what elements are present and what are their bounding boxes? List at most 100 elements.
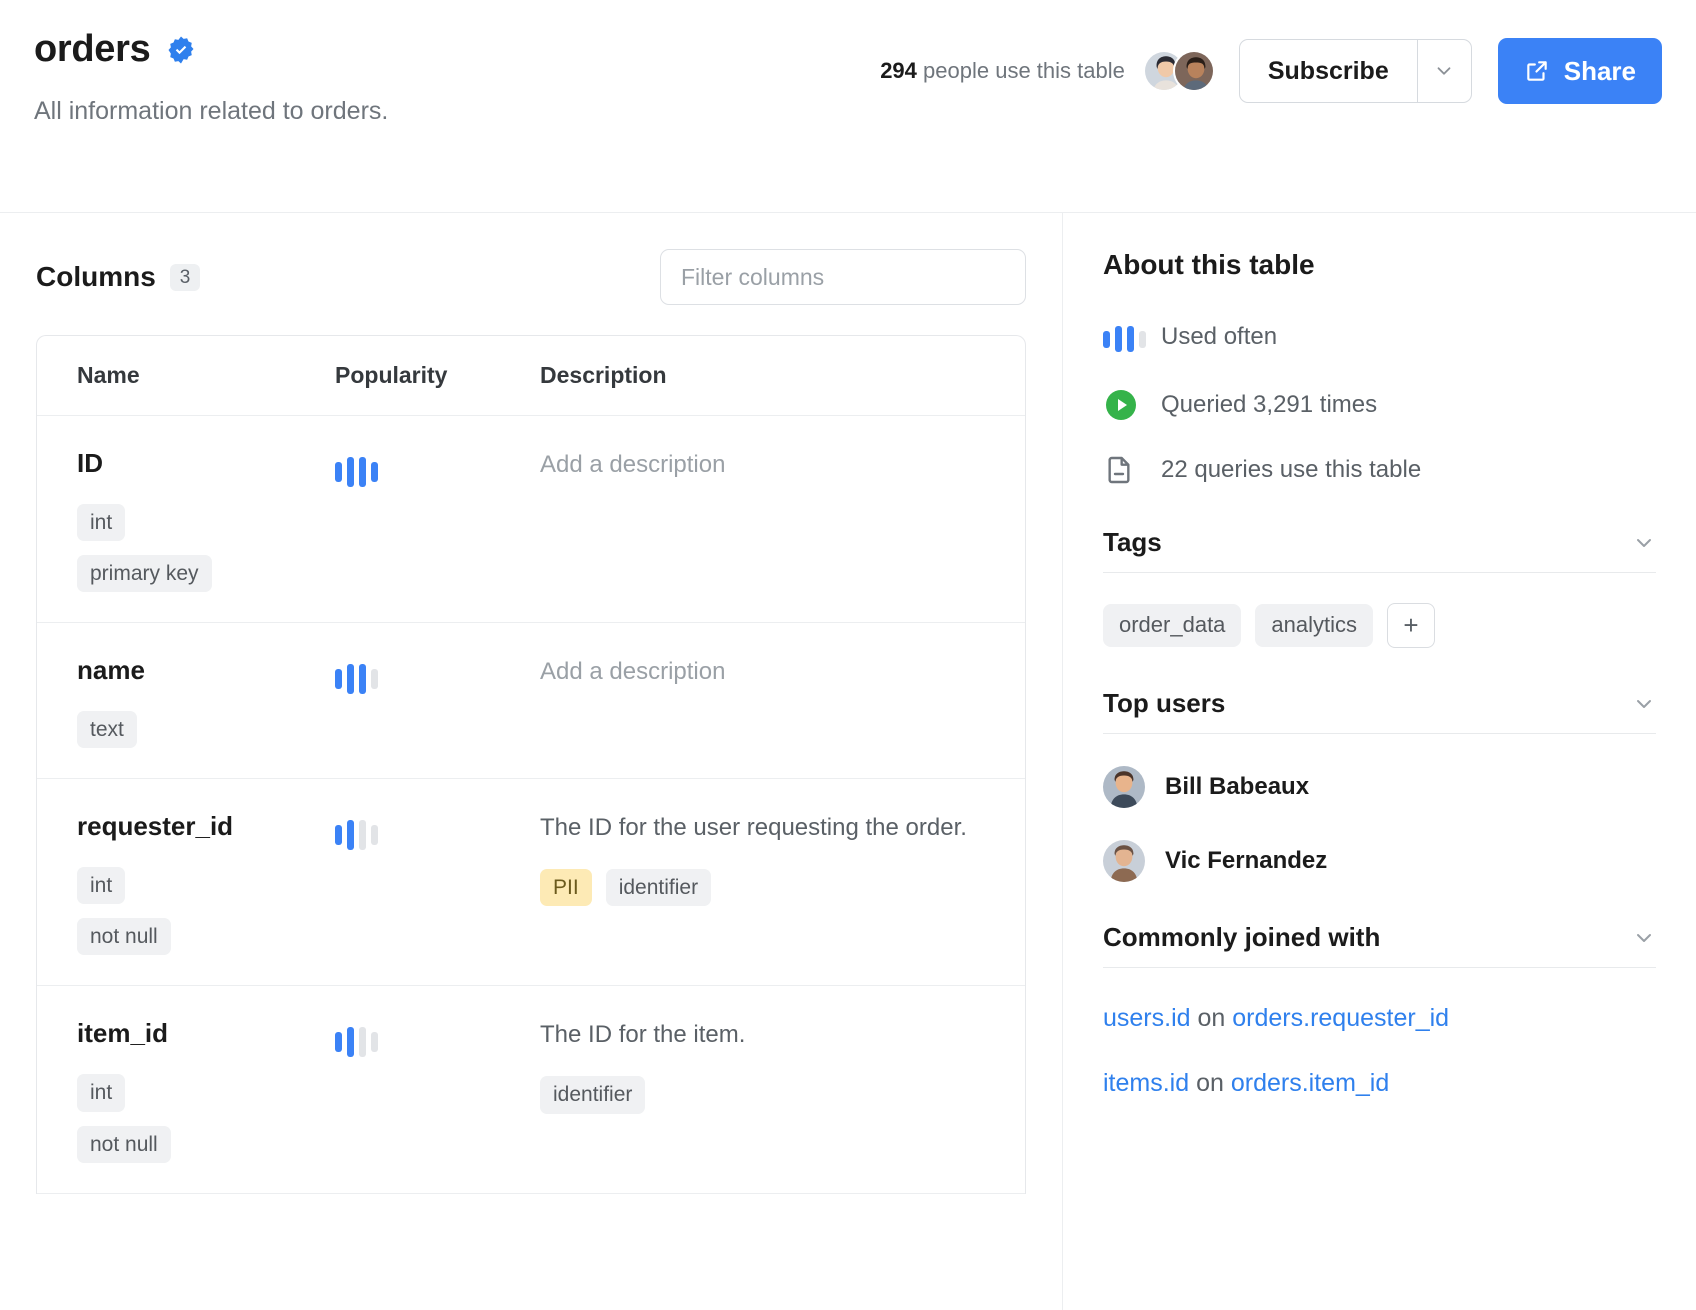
table-row[interactable]: ID int primary key Add a description [37,416,1025,624]
columns-table: Name Popularity Description ID int primary… [36,335,1026,1194]
type-chip-list: int not null [77,867,335,956]
page-body: Columns 3 Name Popularity Description ID… [0,213,1696,1310]
table-row[interactable]: requester_idint not null The ID for the us… [37,779,1025,987]
subscribe-dropdown-toggle[interactable] [1416,40,1471,102]
row-popularity-cell [335,813,540,955]
tag-chip[interactable]: order_data [1103,604,1242,647]
chevron-down-icon[interactable] [1632,692,1656,716]
columns-panel: Columns 3 Name Popularity Description ID… [0,213,1063,1310]
row-name-cell: name text [77,657,335,749]
row-description-cell: Add a description [540,450,985,592]
type-chip[interactable]: int [77,867,126,905]
share-button[interactable]: Share [1497,38,1662,104]
list-item: users.id on orders.requester_id [1103,1004,1656,1033]
row-name-cell: item_idint not null [77,1020,335,1163]
row-description-cell: The ID for the item. identifier [540,1020,985,1162]
tags-list: order_data analytics + [1103,603,1656,648]
row-popularity-cell [335,450,540,592]
row-description-cell: Add a description [540,657,985,748]
join-conjunction: on [1197,1004,1226,1032]
join-right-link[interactable]: orders.item_id [1231,1069,1389,1097]
column-description[interactable]: The ID for the user requesting the order… [540,813,985,843]
column-header-popularity: Popularity [335,362,448,388]
column-description[interactable]: The ID for the item. [540,1020,985,1050]
sidebar-title: About this table [1103,249,1315,280]
type-chip-list: text [77,711,335,749]
fact-icon [1103,387,1141,423]
play-circle-icon [1106,390,1136,420]
row-popularity-cell [335,657,540,748]
table-row[interactable]: name text Add a description [37,623,1025,780]
row-description-cell: The ID for the user requesting the order… [540,813,985,955]
tags-section-title: Tags [1103,527,1162,557]
column-header-name: Name [77,362,140,388]
chevron-down-icon[interactable] [1632,531,1656,555]
column-description[interactable]: Add a description [540,450,985,480]
columns-panel-header: Columns 3 [36,249,1026,305]
type-chip[interactable]: not null [77,1125,171,1163]
type-chip-list: int not null [77,1074,335,1163]
column-name[interactable]: name [77,657,335,683]
user-name: Vic Fernandez [1165,847,1328,874]
description-chip-list: PII identifier [540,869,985,907]
page-header: orders All information related to orders… [0,0,1696,213]
popularity-bars-icon [335,657,540,697]
join-right-link[interactable]: orders.requester_id [1232,1004,1449,1032]
columns-table-body: ID int primary key Add a description name tex… [37,416,1025,1194]
type-chip[interactable]: text [77,711,137,749]
avatar [1103,766,1145,808]
type-chip[interactable]: int [77,504,126,542]
description-chip[interactable]: PII [540,869,592,907]
list-item[interactable]: Bill Babeaux [1103,766,1656,808]
joins-section-title: Commonly joined with [1103,922,1381,952]
verified-badge-icon [168,36,194,63]
top-users-list: Bill Babeaux Vic Fernandez [1103,766,1656,882]
type-chip[interactable]: primary key [77,555,212,593]
tags-section-header[interactable]: Tags [1103,527,1656,573]
description-chip[interactable]: identifier [605,869,712,907]
user-avatar-stack[interactable] [1142,50,1215,92]
row-name-cell: requester_idint not null [77,813,335,956]
column-name[interactable]: requester_id [77,813,335,839]
top-users-section-header[interactable]: Top users [1103,688,1656,734]
usage-count-value: 294 [880,58,917,83]
fact-label: Used often [1161,323,1278,350]
join-left-link[interactable]: items.id [1103,1069,1189,1097]
tag-chip[interactable]: analytics [1255,604,1374,647]
document-icon [1108,456,1130,484]
join-left-link[interactable]: users.id [1103,1004,1191,1032]
add-tag-button[interactable]: + [1387,603,1436,648]
popularity-bars-icon [335,450,540,490]
avatar[interactable] [1172,50,1215,92]
columns-title-wrap: Columns 3 [36,261,201,293]
header-actions: 294 people use this table Subscribe Shar… [880,38,1662,104]
table-row[interactable]: item_idint not null The ID for the item. id… [37,986,1025,1194]
row-popularity-cell [335,1020,540,1162]
columns-table-header-row: Name Popularity Description [37,336,1025,416]
column-name[interactable]: ID [77,450,335,476]
joins-section-header[interactable]: Commonly joined with [1103,922,1656,968]
table-facts-list: Used often Queried 3,291 times 22 queries … [1103,317,1656,487]
column-description[interactable]: Add a description [540,657,985,687]
popularity-bars-icon [335,1020,540,1060]
external-link-icon [1526,61,1547,81]
column-name[interactable]: item_id [77,1020,335,1046]
fact-label: Queried 3,291 times [1161,391,1378,418]
filter-columns-input[interactable] [660,249,1026,305]
type-chip[interactable]: not null [77,918,171,956]
avatar [1103,840,1145,882]
table-fact: 22 queries use this table [1103,453,1656,487]
description-chip[interactable]: identifier [540,1076,646,1114]
list-item: items.id on orders.item_id [1103,1069,1656,1098]
subscribe-button-group[interactable]: Subscribe [1238,39,1472,103]
user-name: Bill Babeaux [1165,773,1310,800]
type-chip[interactable]: int [77,1074,126,1112]
page-title: orders [34,28,151,70]
usage-count-suffix: people use this table [923,58,1125,83]
list-item[interactable]: Vic Fernandez [1103,840,1656,882]
subscribe-button[interactable]: Subscribe [1240,40,1417,102]
chevron-down-icon [1437,67,1451,75]
join-conjunction: on [1196,1069,1224,1097]
fact-label: 22 queries use this table [1161,456,1422,483]
chevron-down-icon[interactable] [1632,926,1656,950]
